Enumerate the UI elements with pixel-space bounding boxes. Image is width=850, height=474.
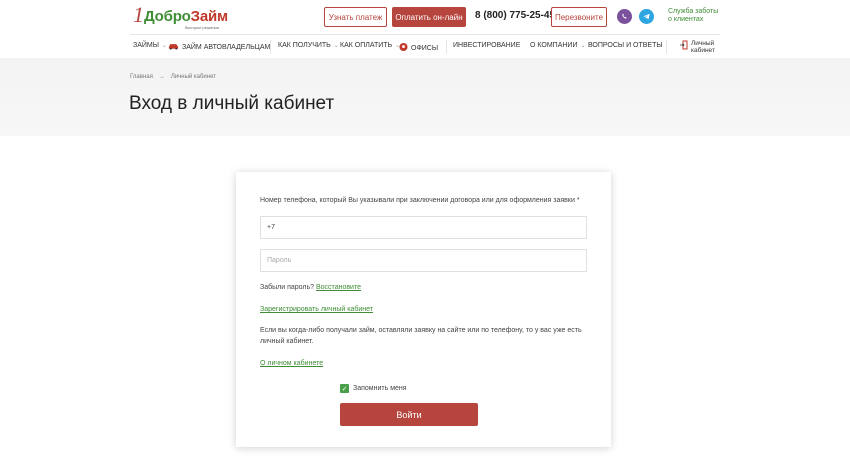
- breadcrumb: Главная → Личный кабинет: [130, 74, 216, 80]
- breadcrumb-separator: →: [158, 74, 165, 80]
- check-payment-button[interactable]: Узнать платеж: [324, 7, 387, 27]
- nav-personal-cabinet-label: Личный кабинет: [691, 40, 715, 54]
- forgot-password-row: Забыли пароль? Восстановите: [260, 282, 361, 293]
- viber-icon[interactable]: [617, 9, 632, 24]
- chevron-down-icon: ⌄: [580, 43, 586, 49]
- remember-me-label: Запомнить меня: [353, 385, 407, 392]
- main-nav: Займы ⌄ Займ автовладельцам Как получить ⌄…: [130, 34, 720, 58]
- nav-car-loans[interactable]: Займ автовладельцам: [168, 42, 270, 52]
- logo[interactable]: 1 ДоброЗайм быстрые решения: [133, 2, 235, 30]
- nav-about[interactable]: О компании ⌄: [530, 42, 586, 49]
- forgot-password-text: Забыли пароль?: [260, 284, 315, 291]
- about-cabinet-row: О личном кабинете: [260, 358, 323, 369]
- login-door-icon: [680, 40, 688, 52]
- nav-cabinet-line2: кабинет: [691, 47, 715, 54]
- nav-about-label: О компании: [530, 42, 578, 49]
- nav-faq-label: Вопросы и ответы: [588, 42, 663, 49]
- nav-loans[interactable]: Займы ⌄: [133, 42, 167, 49]
- chevron-down-icon: ⌄: [333, 43, 339, 49]
- register-cabinet-link[interactable]: Зарегистрировать личный кабинет: [260, 306, 373, 313]
- login-form-card: Номер телефона, который Вы указывали при…: [236, 172, 611, 447]
- logo-tagline: быстрые решения: [185, 25, 219, 30]
- nav-offices-label: Офисы: [411, 44, 439, 52]
- remember-me-checkbox[interactable]: ✓: [340, 384, 349, 393]
- car-icon: [168, 42, 179, 52]
- pay-online-button[interactable]: Оплатить он-лайн: [392, 7, 466, 27]
- phone-field-label: Номер телефона, который Вы указывали при…: [260, 197, 580, 204]
- nav-how-to-get[interactable]: Как получить ⌄: [278, 42, 339, 49]
- nav-how-to-get-label: Как получить: [278, 42, 331, 49]
- nav-how-to-pay-label: Как оплатить: [340, 42, 393, 49]
- page-banner: [0, 58, 850, 136]
- login-submit-button[interactable]: Войти: [340, 403, 478, 426]
- logo-name: ДоброЗайм: [144, 8, 228, 25]
- password-input[interactable]: Пароль: [260, 249, 587, 272]
- register-row: Зарегистрировать личный кабинет: [260, 304, 373, 315]
- nav-divider: [666, 40, 667, 54]
- breadcrumb-current: Личный кабинет: [170, 74, 216, 80]
- nav-faq[interactable]: Вопросы и ответы: [588, 42, 663, 49]
- cabinet-info-text: Если вы когда-либо получали займ, оставл…: [260, 327, 582, 345]
- breadcrumb-home[interactable]: Главная: [130, 74, 153, 80]
- customer-care-line1: Служба заботы: [668, 8, 719, 15]
- page-title: Вход в личный кабинет: [129, 93, 335, 114]
- restore-password-link[interactable]: Восстановите: [316, 284, 361, 291]
- nav-divider: [270, 40, 271, 54]
- logo-name-part-a: Добро: [144, 8, 191, 25]
- nav-investing-label: Инвестирование: [453, 42, 521, 49]
- nav-investing[interactable]: Инвестирование: [453, 42, 520, 49]
- location-pin-icon: [399, 42, 408, 54]
- nav-divider: [446, 40, 447, 54]
- nav-how-to-pay[interactable]: Как оплатить ⌄: [340, 42, 400, 49]
- customer-care-line2: о клиентах: [668, 16, 704, 23]
- chevron-down-icon: ⌄: [161, 43, 167, 49]
- nav-cabinet-line1: Личный: [691, 40, 715, 47]
- about-cabinet-link[interactable]: О личном кабинете: [260, 360, 323, 367]
- phone-input[interactable]: +7: [260, 216, 587, 239]
- logo-name-part-b: Займ: [190, 8, 228, 25]
- nav-loans-label: Займы: [133, 42, 159, 49]
- nav-car-loans-label: Займ автовладельцам: [182, 43, 271, 51]
- site-header: 1 ДоброЗайм быстрые решения Узнать плате…: [0, 0, 850, 34]
- nav-offices[interactable]: Офисы: [399, 42, 438, 54]
- callback-button[interactable]: Перезвоните: [551, 7, 607, 27]
- phone-number[interactable]: 8 (800) 775-25-45: [475, 10, 555, 21]
- remember-me[interactable]: ✓ Запомнить меня: [340, 384, 407, 393]
- telegram-icon[interactable]: [639, 9, 654, 24]
- customer-care-link[interactable]: Служба заботы о клиентах: [668, 8, 718, 24]
- logo-one: 1: [133, 2, 144, 27]
- nav-personal-cabinet[interactable]: Личный кабинет: [680, 40, 715, 54]
